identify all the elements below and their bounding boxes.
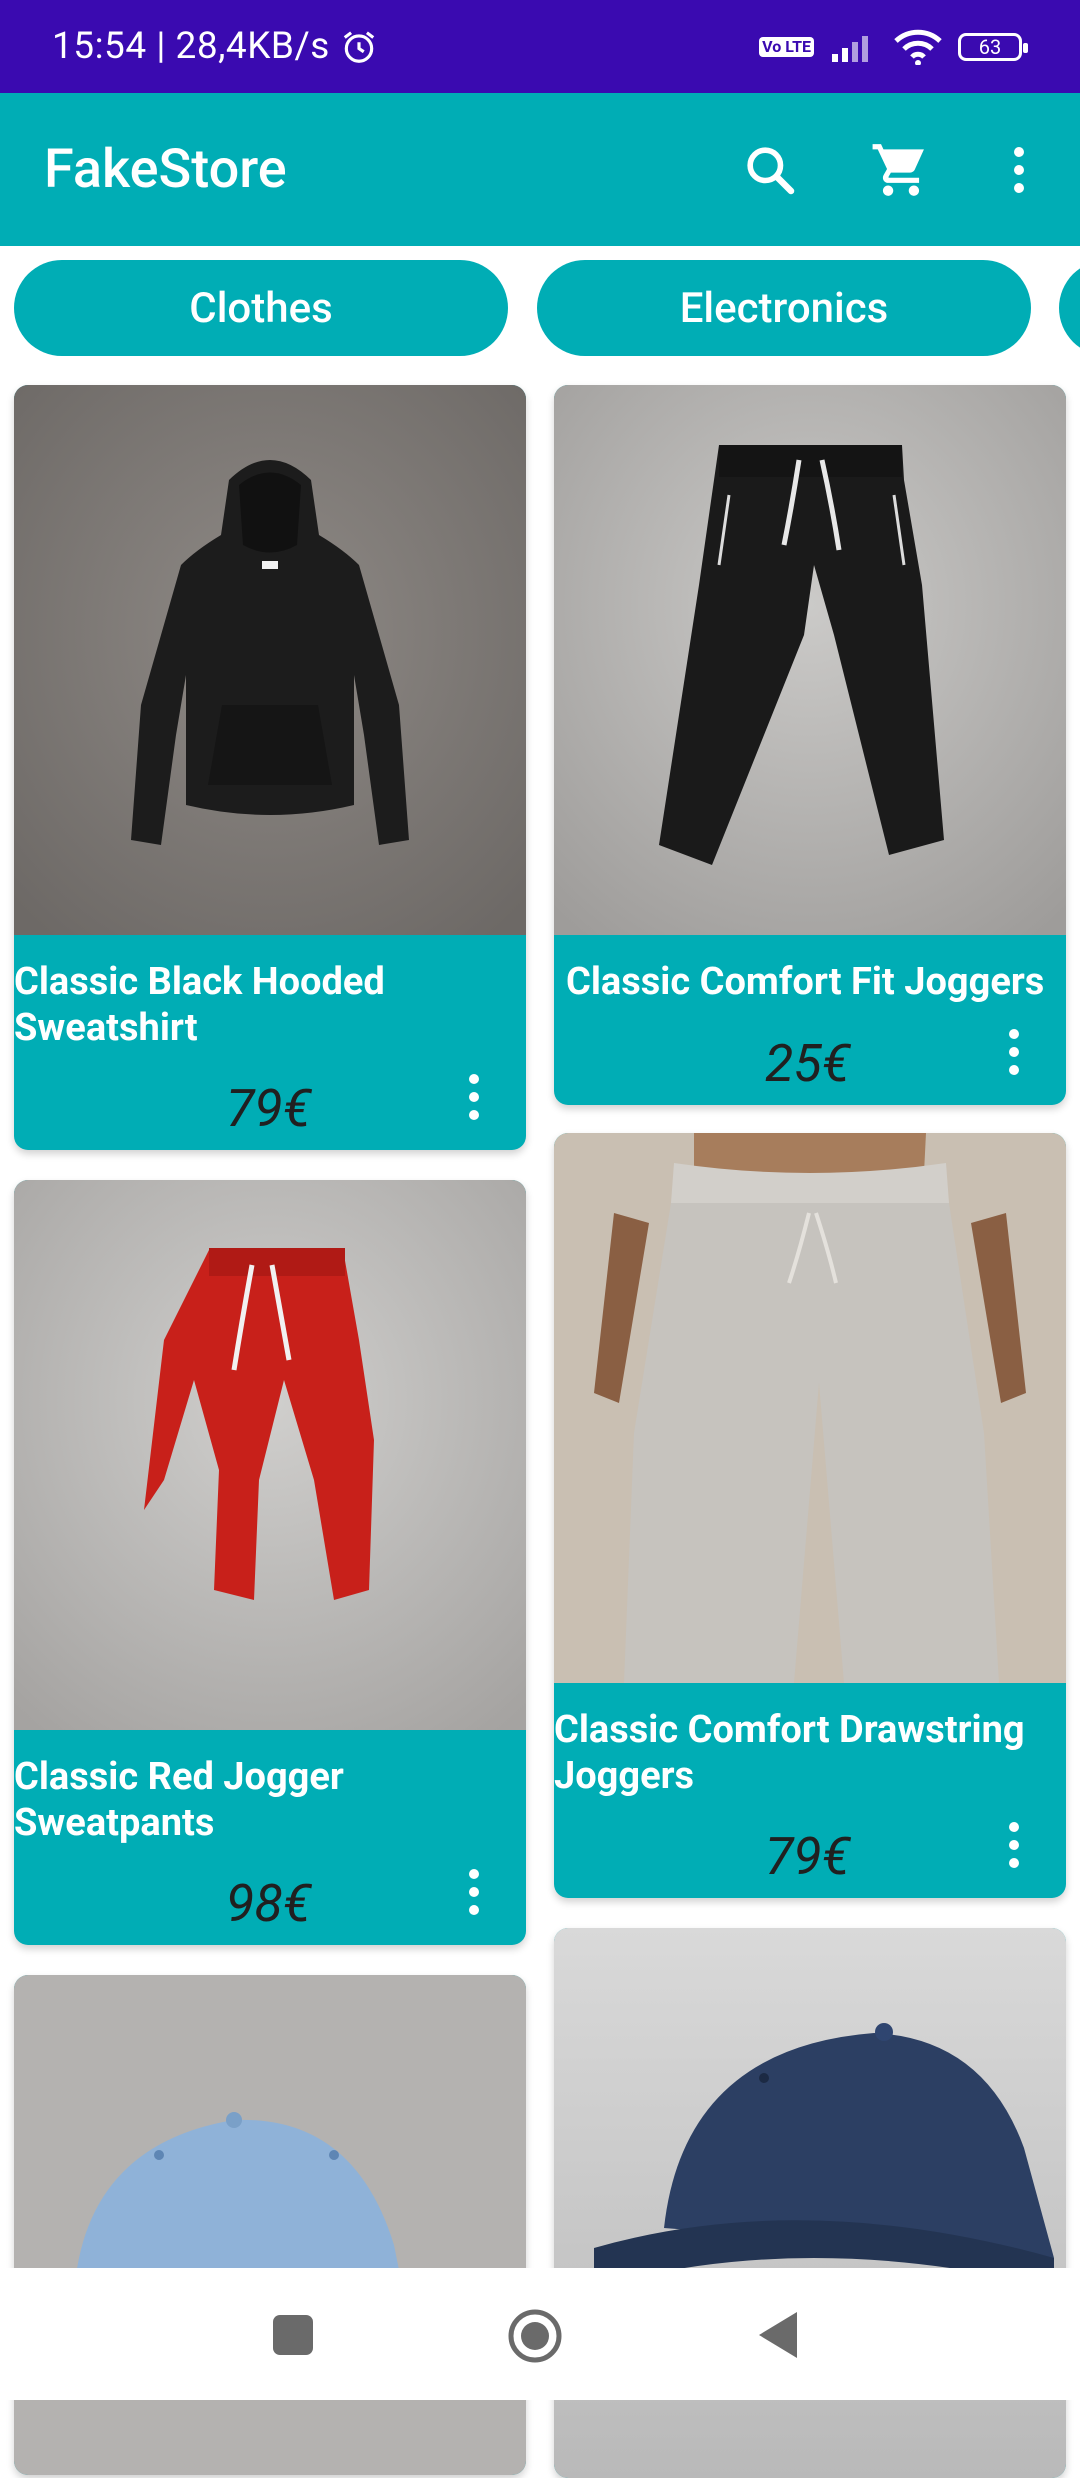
recent-apps-button[interactable]	[270, 2312, 316, 2358]
status-bar: 15:54 | 28,4KB/s Vo LTE 63	[0, 0, 1080, 93]
product-title: Classic Red Jogger Sweatpants	[14, 1755, 344, 1845]
battery-icon: 63	[958, 32, 1028, 61]
product-title: Classic Black Hooded Sweatshirt	[14, 960, 385, 1050]
wifi-icon	[894, 29, 942, 65]
battery-level: 63	[978, 34, 1002, 59]
search-icon[interactable]	[739, 139, 801, 201]
more-options-icon[interactable]	[466, 1869, 482, 1915]
product-price: 79€	[765, 1826, 851, 1887]
status-time: 15:54 | 28,4KB/s	[52, 25, 330, 68]
cart-icon[interactable]	[870, 139, 932, 201]
home-button[interactable]	[507, 2308, 563, 2364]
app-bar: FakeStore	[0, 93, 1080, 246]
signal-icon	[832, 35, 868, 62]
product-card[interactable]: Classic Comfort Fit Joggers 25€	[554, 385, 1066, 1105]
product-title: Classic Comfort Drawstring Joggers	[554, 1708, 1025, 1798]
chip-clothes[interactable]: Clothes	[14, 260, 508, 356]
chip-next[interactable]	[1059, 260, 1080, 356]
chip-electronics[interactable]: Electronics	[537, 260, 1031, 356]
alarm-icon	[343, 30, 375, 63]
category-chips: Clothes Electronics	[0, 260, 1080, 360]
more-options-icon[interactable]	[1006, 1029, 1022, 1075]
product-image	[14, 1180, 526, 1730]
product-card[interactable]: Classic Comfort Drawstring Joggers 79€	[554, 1133, 1066, 1898]
product-title: Classic Comfort Fit Joggers	[566, 960, 1045, 1004]
product-card[interactable]: Classic Red Jogger Sweatpants 98€	[14, 1180, 526, 1945]
product-price: 98€	[226, 1873, 312, 1934]
product-image	[14, 385, 526, 935]
status-right: Vo LTE 63	[759, 0, 1028, 93]
product-image	[554, 1133, 1066, 1683]
product-card[interactable]: Classic Black Hooded Sweatshirt 79€	[14, 385, 526, 1150]
system-nav-bar	[0, 2268, 1080, 2400]
product-card[interactable]	[14, 1975, 526, 2475]
product-price: 25€	[765, 1033, 851, 1094]
back-button[interactable]	[756, 2310, 800, 2360]
more-options-icon[interactable]	[1006, 1822, 1022, 1868]
product-price: 79€	[226, 1078, 312, 1139]
more-options-icon[interactable]	[466, 1074, 482, 1120]
volte-icon: Vo LTE	[759, 36, 814, 57]
app-title: FakeStore	[44, 138, 287, 201]
status-left: 15:54 | 28,4KB/s	[52, 0, 378, 93]
product-image	[554, 385, 1066, 935]
overflow-menu-icon[interactable]	[988, 139, 1050, 201]
product-image	[14, 1975, 526, 2475]
